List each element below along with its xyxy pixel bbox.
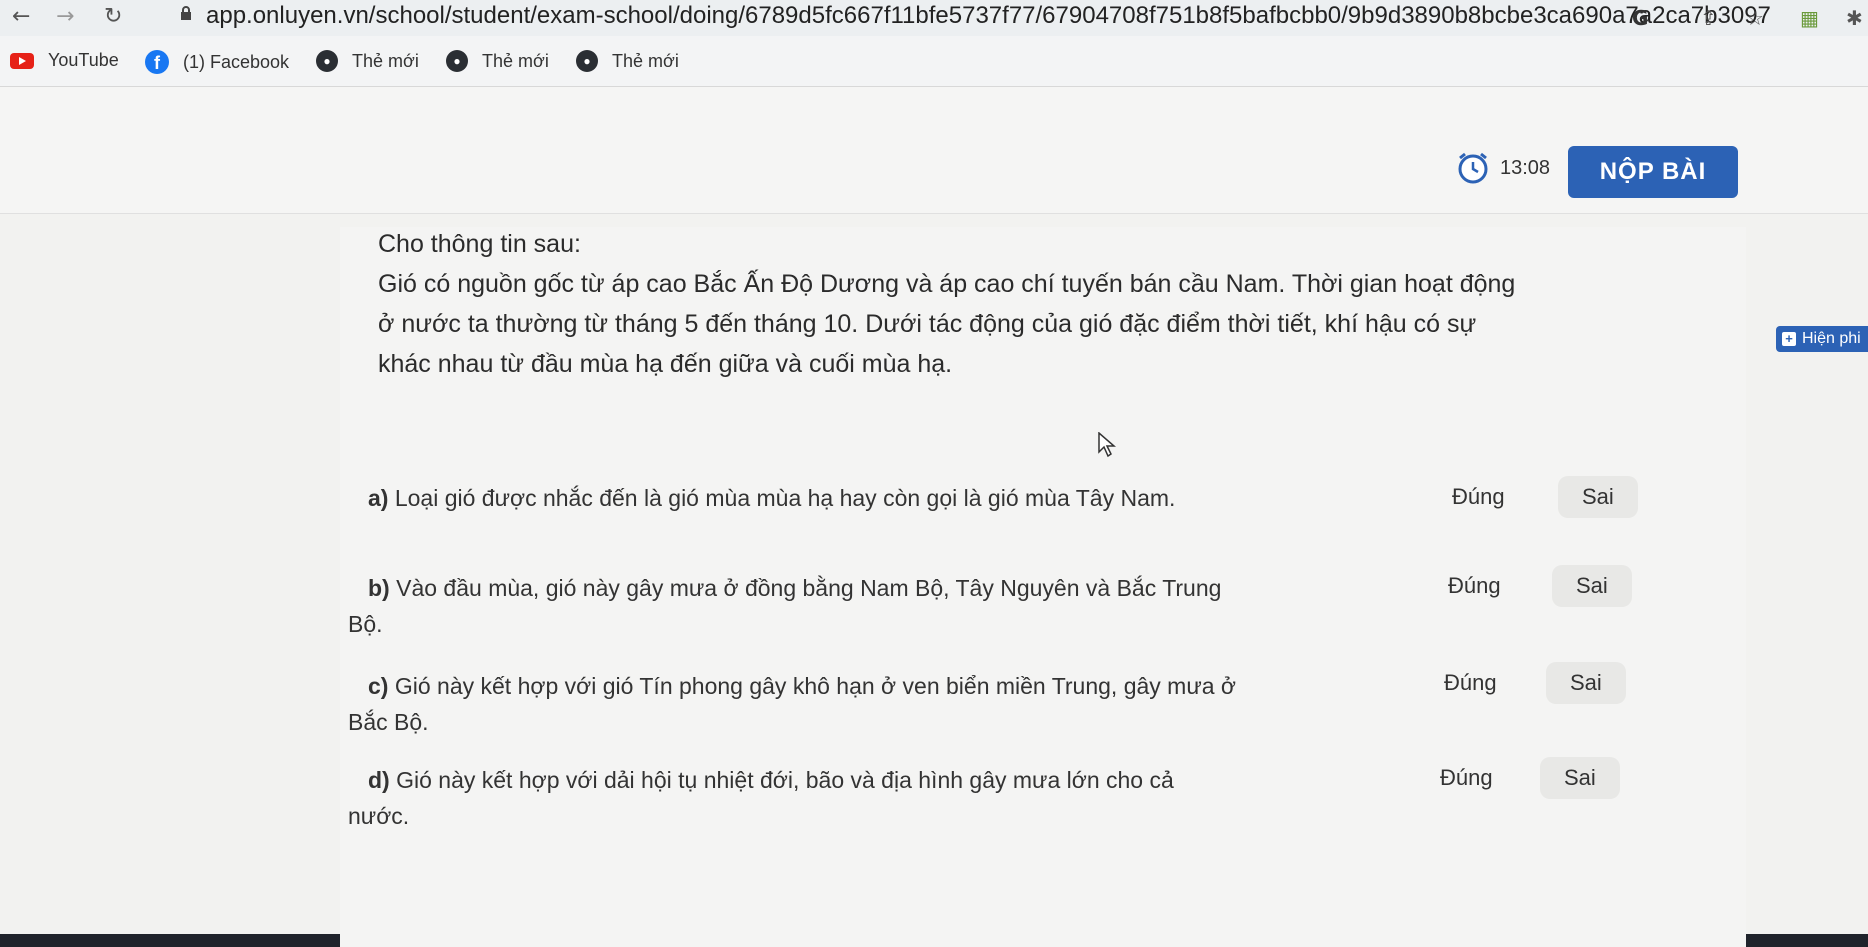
false-button-d[interactable]: Sai xyxy=(1540,757,1620,799)
countdown-timer: 13:08 xyxy=(1500,157,1551,179)
back-arrow-icon[interactable]: ← xyxy=(12,4,30,29)
true-button-d[interactable]: Đúng xyxy=(1420,757,1513,799)
globe-icon: ● xyxy=(446,50,468,72)
extension-icon[interactable]: ▦ xyxy=(1800,6,1819,30)
true-button-c[interactable]: Đúng xyxy=(1424,662,1517,704)
question-intro: Cho thông tin sau: xyxy=(378,230,581,258)
false-button-b[interactable]: Sai xyxy=(1552,565,1632,607)
show-toggle-button[interactable]: + Hiện phi xyxy=(1776,326,1868,352)
bookmark-new-tab-3[interactable]: ● Thẻ mới xyxy=(576,50,679,72)
browser-toolbar: ← → ↻ app.onluyen.vn/school/student/exam… xyxy=(0,0,1868,36)
globe-icon: ● xyxy=(316,50,338,72)
address-bar[interactable]: app.onluyen.vn/school/student/exam-schoo… xyxy=(206,2,1771,30)
reload-icon[interactable]: ↻ xyxy=(104,4,122,29)
lock-icon xyxy=(181,6,191,20)
bookmark-facebook[interactable]: f (1) Facebook xyxy=(145,50,289,74)
passage-line: Gió có nguồn gốc từ áp cao Bắc Ấn Độ Dươ… xyxy=(378,270,1516,298)
facebook-icon: f xyxy=(145,50,169,74)
puzzle-icon[interactable]: ✱ xyxy=(1846,6,1863,30)
star-icon[interactable]: ☆ xyxy=(1746,6,1764,30)
alarm-clock-icon xyxy=(1458,152,1488,184)
exam-header: 13:08 NỘP BÀI xyxy=(0,87,1868,214)
true-button-a[interactable]: Đúng xyxy=(1432,476,1525,518)
share-icon[interactable]: ⇪ xyxy=(1700,6,1717,30)
bookmarks-bar: YouTube f (1) Facebook ● Thẻ mới ● Thẻ m… xyxy=(0,36,1868,87)
submit-button[interactable]: NỘP BÀI xyxy=(1568,146,1738,198)
mouse-cursor-icon xyxy=(1098,432,1116,458)
passage-line: khác nhau từ đầu mùa hạ đến giữa và cuối… xyxy=(378,350,953,378)
youtube-icon xyxy=(10,52,34,69)
bookmark-new-tab-2[interactable]: ● Thẻ mới xyxy=(446,50,549,72)
bookmark-youtube[interactable]: YouTube xyxy=(10,50,119,71)
true-button-b[interactable]: Đúng xyxy=(1428,565,1521,607)
plus-icon: + xyxy=(1782,332,1796,346)
globe-icon: ● xyxy=(576,50,598,72)
false-button-a[interactable]: Sai xyxy=(1558,476,1638,518)
google-icon[interactable]: G xyxy=(1632,6,1648,30)
passage-line: ở nước ta thường từ tháng 5 đến tháng 10… xyxy=(378,310,1477,338)
bookmark-new-tab-1[interactable]: ● Thẻ mới xyxy=(316,50,419,72)
false-button-c[interactable]: Sai xyxy=(1546,662,1626,704)
exam-page: 13:08 NỘP BÀI Cho thông tin sau: Gió có … xyxy=(0,87,1868,947)
forward-arrow-icon[interactable]: → xyxy=(56,4,74,29)
